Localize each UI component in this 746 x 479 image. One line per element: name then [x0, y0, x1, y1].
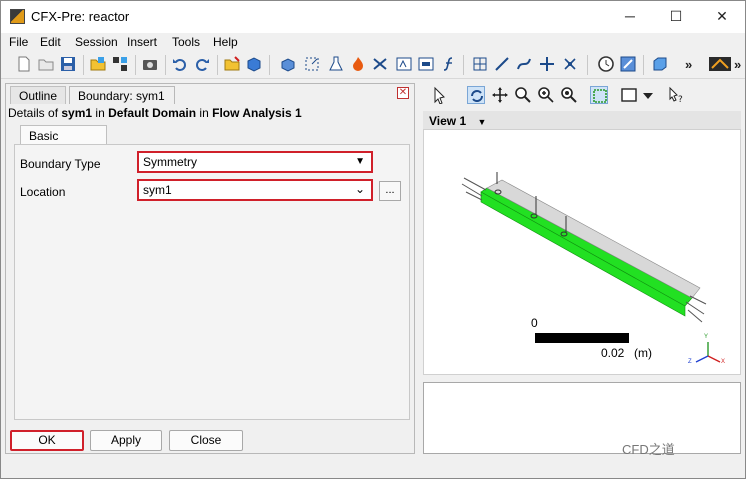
- toolbar-overflow-button-right[interactable]: »: [734, 57, 741, 72]
- open-folder-icon[interactable]: [37, 55, 55, 73]
- flame-icon[interactable]: [349, 55, 367, 73]
- transform-icon[interactable]: [561, 55, 579, 73]
- package-icon[interactable]: [245, 55, 263, 73]
- view-box-icon[interactable]: [620, 86, 638, 104]
- scale-start-label: 0: [531, 316, 538, 330]
- scale-end-label: 0.02: [601, 346, 625, 360]
- menu-session[interactable]: Session: [75, 35, 118, 49]
- minimize-button[interactable]: ─: [607, 1, 653, 33]
- tab-boundary-sym1[interactable]: Boundary: sym1: [69, 86, 175, 104]
- sym1-face: [480, 187, 693, 307]
- flask-icon[interactable]: [327, 55, 345, 73]
- subdomain-icon[interactable]: [417, 55, 435, 73]
- basic-settings-form: Boundary Type Symmetry ▼ Location sym1 ⌄…: [14, 144, 410, 420]
- screenshot-icon[interactable]: [141, 55, 159, 73]
- reaction-icon[interactable]: [371, 55, 389, 73]
- redo-icon[interactable]: [193, 55, 211, 73]
- menu-tools[interactable]: Tools: [172, 35, 200, 49]
- location-browse-button[interactable]: ...: [379, 181, 401, 201]
- mesh-adapt-icon[interactable]: [471, 55, 489, 73]
- chevron-down-icon: ⌄: [354, 182, 365, 196]
- main-toolbar: » »: [1, 51, 745, 79]
- tab-outline[interactable]: Outline: [10, 86, 66, 104]
- boundary-type-label: Boundary Type: [20, 157, 101, 171]
- zoom-box-icon[interactable]: [537, 86, 555, 104]
- tab-basic-settings[interactable]: Basic Settings: [20, 125, 107, 157]
- close-button[interactable]: Close: [169, 430, 243, 451]
- save-icon[interactable]: [59, 55, 77, 73]
- menu-insert[interactable]: Insert: [127, 35, 157, 49]
- undo-icon[interactable]: [171, 55, 189, 73]
- import-mesh-icon[interactable]: [89, 55, 107, 73]
- 3d-viewport[interactable]: 0 0.02 (m) Y X Z: [423, 129, 741, 375]
- location-select[interactable]: sym1 ⌄: [137, 179, 373, 201]
- axis-triad-icon: [695, 342, 721, 363]
- title-bar: CFX-Pre: reactor ─ ☐ ✕: [1, 1, 745, 33]
- menu-bar: File Edit Session Insert Tools Help: [1, 33, 745, 51]
- rotate-icon[interactable]: [467, 86, 485, 104]
- scale-bar: [535, 333, 629, 343]
- view-dropdown-icon[interactable]: ▼: [477, 117, 486, 127]
- message-panel: [423, 382, 741, 454]
- function-icon[interactable]: [441, 55, 459, 73]
- details-panel: Outline Boundary: sym1 ✕ Details of sym1…: [5, 83, 415, 454]
- menu-edit[interactable]: Edit: [40, 35, 61, 49]
- viewer-toolbar: ?: [421, 83, 745, 109]
- dropdown-icon[interactable]: [639, 86, 657, 104]
- svg-text:?: ?: [678, 95, 683, 104]
- select-pointer-icon[interactable]: [431, 86, 449, 104]
- cfx-app-icon: [10, 9, 25, 24]
- curve-icon[interactable]: [515, 55, 533, 73]
- point-icon[interactable]: [538, 55, 556, 73]
- help-cursor-icon[interactable]: ?: [667, 86, 685, 104]
- close-tab-icon[interactable]: ✕: [397, 87, 409, 99]
- axis-z-label: Z: [688, 359, 692, 365]
- toolbar-overflow-button[interactable]: »: [685, 57, 692, 72]
- new-file-icon[interactable]: [15, 55, 33, 73]
- clock-icon[interactable]: [597, 55, 615, 73]
- pan-icon[interactable]: [491, 86, 509, 104]
- view-label: View 1: [429, 114, 467, 128]
- mesh-icon[interactable]: [111, 55, 129, 73]
- window-title: CFX-Pre: reactor: [31, 9, 130, 24]
- domain-icon[interactable]: [279, 55, 297, 73]
- ok-button[interactable]: OK: [10, 430, 84, 451]
- details-caption: Details of sym1 in Default Domain in Flo…: [8, 106, 302, 120]
- watermark-text: CFD之道: [622, 442, 675, 457]
- apply-button[interactable]: Apply: [90, 430, 162, 451]
- boundary-icon[interactable]: [303, 55, 321, 73]
- solver-icon[interactable]: [619, 55, 637, 73]
- menu-file[interactable]: File: [9, 35, 28, 49]
- ansys-logo-icon: [709, 55, 731, 73]
- open-results-icon[interactable]: [223, 55, 241, 73]
- boundary-type-select[interactable]: Symmetry ▼: [137, 151, 373, 173]
- maximize-button[interactable]: ☐: [653, 1, 699, 33]
- menu-help[interactable]: Help: [213, 35, 238, 49]
- zoom-fit-icon[interactable]: [560, 86, 578, 104]
- scale-unit-label: (m): [634, 346, 652, 360]
- axis-x-label: X: [721, 359, 726, 365]
- close-window-button[interactable]: ✕: [699, 1, 745, 33]
- fit-view-icon[interactable]: [590, 86, 608, 104]
- axis-y-label: Y: [704, 334, 709, 340]
- location-label: Location: [20, 185, 66, 199]
- reactor-top-face: [486, 179, 701, 299]
- line-icon[interactable]: [493, 55, 511, 73]
- chevron-down-icon: ▼: [355, 156, 365, 167]
- reactor-geometry: [461, 172, 721, 363]
- application-window: CFX-Pre: reactor ─ ☐ ✕ File Edit Session…: [0, 0, 746, 479]
- vector-icon[interactable]: [395, 55, 413, 73]
- view-header[interactable]: View 1 ▼: [423, 111, 741, 131]
- box-icon[interactable]: [651, 55, 669, 73]
- zoom-icon[interactable]: [514, 86, 532, 104]
